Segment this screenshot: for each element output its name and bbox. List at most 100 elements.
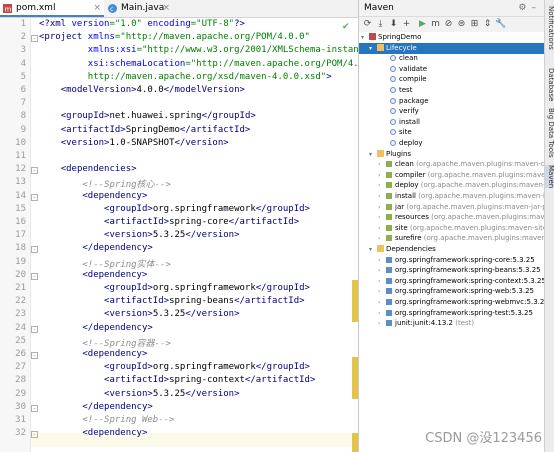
dependency-item[interactable]: › org.springframework:spring-context:5.3.… [378,276,545,287]
code-line[interactable]: <artifactId>spring-beans</artifactId> [39,296,305,306]
chevron-down-icon: ▾ [369,150,373,158]
code-line[interactable]: <artifactId>spring-core</artifactId> [39,217,299,227]
code-line[interactable]: <version>5.3.25</version> [39,230,239,240]
plugin-surefire[interactable]: › surefire (org.apache.maven.plugins:mave… [378,233,545,244]
gear-icon[interactable]: ⚙ [518,3,531,13]
fold-toggle-icon[interactable]: - [31,35,38,43]
toggle-offline-icon[interactable]: ⊘ [443,19,454,30]
code-line[interactable]: <!--Spring容器--> [39,336,170,349]
code-line[interactable]: <!--Spring核心--> [39,177,170,190]
code-line[interactable]: <groupId>org.springframework</groupId> [39,283,310,293]
fold-toggle-icon[interactable]: - [31,167,38,175]
database-tool-button[interactable]: Database [545,68,554,101]
maven-project-icon [369,33,376,40]
collapse-all-icon[interactable]: ⇕ [482,19,493,30]
fold-toggle-icon[interactable]: - [31,193,38,201]
code-line[interactable]: http://maven.apache.org/xsd/maven-4.0.0.… [39,72,332,82]
code-editor[interactable]: ✔ <?xml version="1.0" encoding="UTF-8"?>… [0,18,358,452]
code-line[interactable]: </dependency> [39,243,152,253]
fold-toggle-icon[interactable]: - [31,246,38,254]
chevron-right-icon: › [378,235,381,243]
fold-toggle-icon[interactable]: - [31,404,38,412]
inspection-ok-icon[interactable]: ✔ [342,22,350,32]
dependency-item[interactable]: › junit:junit:4.13.2 (test) [378,318,474,329]
code-line[interactable]: <modelVersion>4.0.0</modelVersion> [39,85,245,95]
code-line[interactable]: <dependency> [39,191,147,201]
lifecycle-phase-verify[interactable]: verify [390,106,419,117]
code-line[interactable]: <dependency> [39,428,147,438]
download-icon[interactable]: ⬇ [388,19,399,30]
fold-toggle-icon[interactable]: - [31,325,38,333]
dependency-item[interactable]: › org.springframework:spring-beans:5.3.25 [378,265,541,276]
plugin-icon [386,235,392,242]
tree-node-dependencies[interactable]: ▾ Dependencies [369,244,436,255]
minimize-icon[interactable]: – [532,3,542,13]
code-line[interactable]: <project xmlns="http://maven.apache.org/… [39,32,310,42]
close-icon[interactable]: × [162,0,170,17]
code-line[interactable]: <version>5.3.25</version> [39,309,239,319]
lifecycle-phase-test[interactable]: test [390,85,412,96]
show-dependencies-icon[interactable]: ⊞ [469,19,480,30]
code-line[interactable]: </dependency> [39,323,152,333]
big-data-tools-button[interactable]: Big Data Tools [545,108,554,158]
line-number: 18 [15,243,26,254]
execute-goal-icon[interactable]: m [430,19,441,30]
code-line[interactable]: <groupId>net.huawei.spring</groupId> [39,111,256,121]
maven-tool-button[interactable]: Maven [545,165,554,189]
plugin-jar[interactable]: › jar (org.apache.maven.plugins:maven-jar… [378,202,545,213]
code-line[interactable]: <dependencies> [39,164,137,174]
code-line[interactable]: <groupId>org.springframework</groupId> [39,362,310,372]
tree-node-lifecycle[interactable]: ▾ Lifecycle [359,42,545,54]
reload-icon[interactable]: ⟳ [362,19,373,30]
code-line[interactable]: <!--Spring实体--> [39,257,170,270]
line-number: 5 [20,71,26,82]
code-line[interactable]: <artifactId>spring-context</artifactId> [39,375,315,385]
close-icon[interactable]: × [93,0,101,17]
dependency-item[interactable]: › org.springframework:spring-webmvc:5.3.2… [378,297,545,308]
add-icon[interactable]: + [401,19,412,30]
code-line[interactable]: <dependency> [39,349,147,359]
plugin-clean[interactable]: › clean (org.apache.maven.plugins:maven-c… [378,159,545,170]
lifecycle-phase-icon [390,76,396,83]
fold-toggle-icon[interactable]: - [31,352,38,359]
plugin-site[interactable]: › site (org.apache.maven.plugins:maven-si… [378,223,545,234]
tab-pom-xml[interactable]: m pom.xml (SpringDemo) × [0,0,104,30]
dependency-item[interactable]: › org.springframework:spring-web:5.3.25 [378,286,534,297]
code-line[interactable]: xmlns:xsi="http://www.w3.org/2001/XMLSch… [39,45,358,55]
generate-sources-icon[interactable]: ⤓ [375,19,386,30]
line-number: 13 [15,177,26,188]
lifecycle-phase-compile[interactable]: compile [390,74,427,85]
plugin-install[interactable]: › install (org.apache.maven.plugins:maven… [378,191,545,202]
code-line[interactable]: </dependency> [39,402,152,412]
lifecycle-phase-package[interactable]: package [390,96,429,107]
tab-main-java[interactable]: c Main.java × [105,0,173,17]
fold-toggle-icon[interactable]: - [31,431,38,439]
tree-node-project[interactable]: ▾ SpringDemo [361,32,421,43]
fold-toggle-icon[interactable]: - [31,272,38,280]
code-line[interactable]: <version>5.3.25</version> [39,389,239,399]
notifications-tool-button[interactable]: Notifications [545,6,554,50]
lifecycle-phase-deploy[interactable]: deploy [390,138,423,149]
lifecycle-phase-validate[interactable]: validate [390,64,427,75]
plugin-resources[interactable]: › resources (org.apache.maven.plugins:mav… [378,212,545,223]
code-line[interactable]: <groupId>org.springframework</groupId> [39,204,310,214]
code-line[interactable]: <artifactId>SpringDemo</artifactId> [39,125,251,135]
dependency-item[interactable]: › org.springframework:spring-test:5.3.25 [378,308,533,319]
settings-icon[interactable]: 🔧 [495,19,506,30]
code-line[interactable]: <dependency> [39,270,147,280]
code-line[interactable]: <?xml version="1.0" encoding="UTF-8"?> [39,19,245,29]
lifecycle-phase-clean[interactable]: clean [390,53,418,64]
code-line[interactable]: <!--Spring Web--> [39,415,174,425]
skip-tests-icon[interactable]: ⊜ [456,19,467,30]
plugin-deploy[interactable]: › deploy (org.apache.maven.plugins:maven-… [378,180,545,191]
code-line[interactable]: xsi:schemaLocation="http://maven.apache.… [39,59,358,69]
lifecycle-phase-install[interactable]: install [390,117,420,128]
plugin-compiler[interactable]: ›compiler (org.apache.maven.plugins:mave… [378,170,545,181]
code-line[interactable]: <version>1.0-SNAPSHOT</version> [39,138,229,148]
maven-project-tree[interactable]: ▾ SpringDemo ▾ Lifecycle clean validate compil… [359,32,545,452]
lifecycle-phase-site[interactable]: site [390,127,412,138]
svg-text:m: m [5,6,12,14]
dependency-item[interactable]: › org.springframework:spring-core:5.3.25 [378,255,535,266]
tree-node-plugins[interactable]: ▾ Plugins [369,149,411,160]
run-icon[interactable]: ▶ [417,19,428,30]
